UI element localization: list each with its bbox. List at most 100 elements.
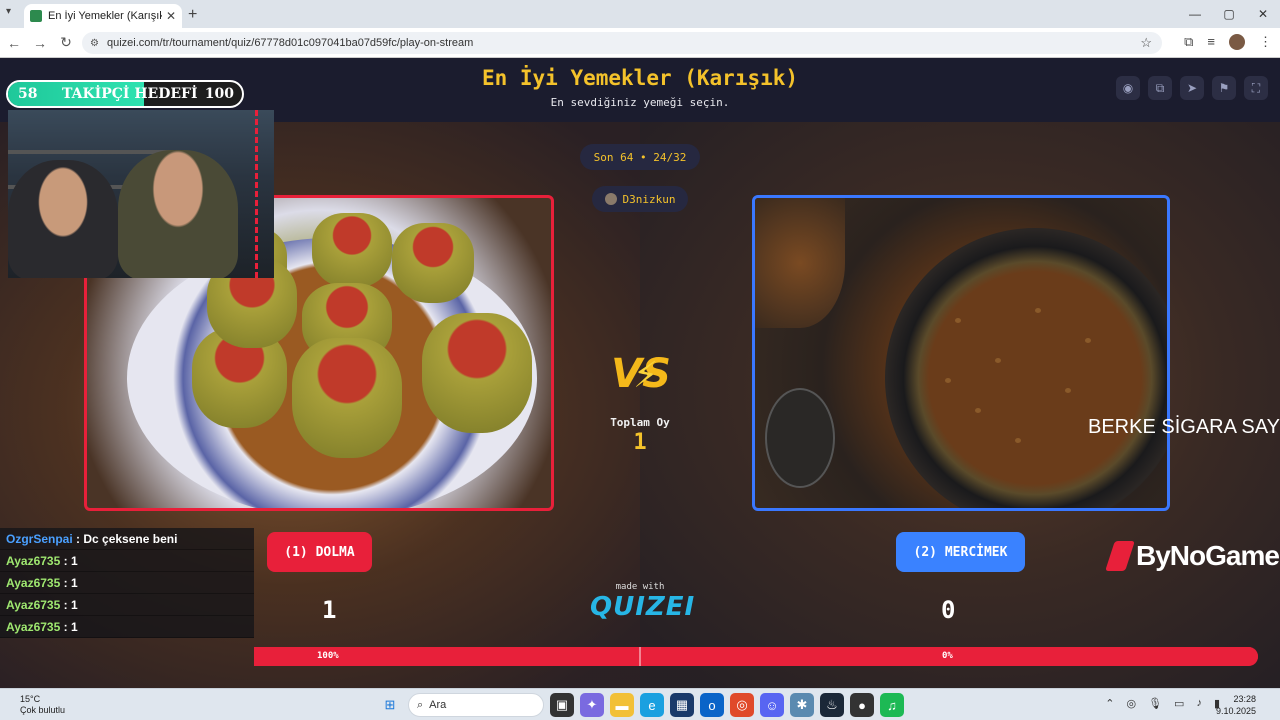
vote-progress-bar: 100% 0% <box>254 647 1258 666</box>
webcam-overlay <box>8 110 274 278</box>
stream-ticker: BERKE SİGARA SAY <box>1088 416 1280 438</box>
eye-icon[interactable]: ◉ <box>1116 76 1140 100</box>
media-icon[interactable]: ≡ <box>1207 34 1215 50</box>
streamer-left <box>8 160 118 278</box>
left-percent: 100% <box>317 651 339 661</box>
goal-target: 100 <box>204 86 234 102</box>
taskbar-apps: ⊞ ⌕ Ara ▣ ✦ ▬ e ▦ o ◎ ☺ ✱ ♨ ● ♫ <box>378 693 904 717</box>
copy-icon[interactable]: ⧉ <box>1148 76 1172 100</box>
search-icon: ⌕ <box>417 698 424 711</box>
copilot-icon[interactable]: ✦ <box>580 693 604 717</box>
search-placeholder: Ara <box>429 699 447 711</box>
url-field[interactable]: ⚙ quizei.com/tr/tournament/quiz/67778d01… <box>82 32 1162 54</box>
bynogame-text: ByNoGame <box>1136 540 1280 571</box>
side-bowl <box>755 198 845 328</box>
steam-icon[interactable]: ♨ <box>820 693 844 717</box>
restore-button[interactable]: ▢ <box>1212 0 1246 28</box>
system-tray: ⌃ ◎ 🎙 ▭ ♪ ▮ <box>1105 697 1220 710</box>
mic-icon[interactable]: 🎙 <box>1148 697 1162 710</box>
lentil-bowl <box>885 228 1167 508</box>
stream-chat: OzgrSenpai : Dc çeksene beni Ayaz6735 : … <box>0 528 254 638</box>
close-window-button[interactable]: ✕ <box>1246 0 1280 28</box>
file-explorer-icon[interactable]: ▬ <box>610 693 634 717</box>
chat-text: 1 <box>70 576 78 590</box>
chat-user: Ayaz6735 <box>6 554 61 568</box>
store-icon[interactable]: ▦ <box>670 693 694 717</box>
reload-icon[interactable]: ↻ <box>54 34 78 51</box>
clock-time: 23:28 <box>1233 694 1256 704</box>
chat-message: OzgrSenpai : Dc çeksene beni <box>0 528 254 550</box>
chat-message: Ayaz6735 : 1 <box>0 594 254 616</box>
chat-message: Ayaz6735 : 1 <box>0 572 254 594</box>
browser-tab-bar: ▾ En İyi Yemekler (Karışık) - Quizei ✕ +… <box>0 0 1280 28</box>
chat-message: Ayaz6735 : 1 <box>0 550 254 572</box>
total-votes-label: Toplam Oy <box>610 416 670 429</box>
streamer-right <box>118 150 238 278</box>
choose-mercimek-button[interactable]: (2) MERCİMEK <box>896 532 1025 572</box>
extensions-icon[interactable]: ⧉ <box>1184 34 1193 50</box>
weather-widget[interactable]: 15°C Çok bulutlu <box>20 694 65 716</box>
header-actions: ◉ ⧉ ➤ ⚑ ⛶ <box>1116 76 1268 100</box>
pepper <box>392 223 474 303</box>
vote-progress-divider <box>639 647 641 666</box>
browser-tab[interactable]: En İyi Yemekler (Karışık) - Quizei ✕ <box>24 4 182 28</box>
task-view-icon[interactable]: ▣ <box>550 693 574 717</box>
site-info-icon[interactable]: ⚙ <box>90 38 99 49</box>
total-votes-count: 1 <box>633 430 647 455</box>
profile-avatar[interactable] <box>1229 34 1245 50</box>
outlook-icon[interactable]: o <box>700 693 724 717</box>
pepper <box>312 213 392 288</box>
weather-temp: 15°C <box>20 694 41 704</box>
volume-icon[interactable]: ♪ <box>1196 697 1202 710</box>
flag-icon[interactable]: ⚑ <box>1212 76 1236 100</box>
goal-current: 58 <box>18 86 38 102</box>
bynogame-logo: ByNoGame <box>1105 540 1280 572</box>
spotify-icon[interactable]: ♫ <box>880 693 904 717</box>
goal-label: TAKİPÇİ HEDEFİ <box>62 86 198 102</box>
start-icon[interactable]: ⊞ <box>378 693 402 717</box>
taskbar-clock[interactable]: 23:28 9.10.2025 <box>1216 693 1256 717</box>
chrome-icon[interactable]: ◎ <box>730 693 754 717</box>
menu-kebab-icon[interactable]: ⋮ <box>1259 34 1272 50</box>
right-percent: 0% <box>942 651 953 661</box>
tab-list-chevron-icon[interactable]: ▾ <box>6 6 11 17</box>
chat-text: Dc çeksene beni <box>83 532 178 546</box>
pepper <box>292 338 402 458</box>
right-score: 0 <box>941 596 956 624</box>
quizei-logo[interactable]: QUIZEI <box>590 592 694 622</box>
network-icon[interactable]: ▭ <box>1174 697 1184 710</box>
chat-user: OzgrSenpai <box>6 532 73 546</box>
fullscreen-icon[interactable]: ⛶ <box>1244 76 1268 100</box>
clock-date: 9.10.2025 <box>1215 706 1256 716</box>
chat-text: 1 <box>70 554 78 568</box>
voter-name: D3nizkun <box>622 192 676 206</box>
new-tab-button[interactable]: + <box>188 6 197 24</box>
app-icon[interactable]: ✱ <box>790 693 814 717</box>
obs-icon[interactable]: ● <box>850 693 874 717</box>
tray-chevron-icon[interactable]: ⌃ <box>1105 697 1114 710</box>
tab-close-icon[interactable]: ✕ <box>166 9 176 23</box>
vote-progress-fill <box>254 647 1258 666</box>
chrome-tray-icon[interactable]: ◎ <box>1126 697 1136 710</box>
spoon <box>765 388 835 488</box>
chat-text: 1 <box>70 598 78 612</box>
vs-logo: VS ⚡ <box>606 348 676 400</box>
voter-badge: D3nizkun <box>592 186 688 212</box>
round-badge: Son 64 • 24/32 <box>580 144 700 170</box>
send-icon[interactable]: ➤ <box>1180 76 1204 100</box>
forward-icon[interactable]: → <box>28 35 52 51</box>
edge-icon[interactable]: e <box>640 693 664 717</box>
chat-message: Ayaz6735 : 1 <box>0 616 254 638</box>
made-with-label: made with <box>615 582 665 592</box>
windows-taskbar: 15°C Çok bulutlu ⊞ ⌕ Ara ▣ ✦ ▬ e ▦ o ◎ ☺… <box>0 688 1280 720</box>
minimize-button[interactable]: — <box>1178 0 1212 28</box>
address-bar-row: ← → ↻ ⚙ quizei.com/tr/tournament/quiz/67… <box>0 28 1280 58</box>
option-right-image[interactable] <box>752 195 1170 511</box>
discord-icon[interactable]: ☺ <box>760 693 784 717</box>
choose-dolma-button[interactable]: (1) DOLMA <box>267 532 372 572</box>
back-icon[interactable]: ← <box>2 35 26 51</box>
bookmark-star-icon[interactable]: ☆ <box>1140 35 1152 51</box>
taskbar-search[interactable]: ⌕ Ara <box>408 693 544 717</box>
chat-text: 1 <box>70 620 78 634</box>
chat-user: Ayaz6735 <box>6 620 61 634</box>
